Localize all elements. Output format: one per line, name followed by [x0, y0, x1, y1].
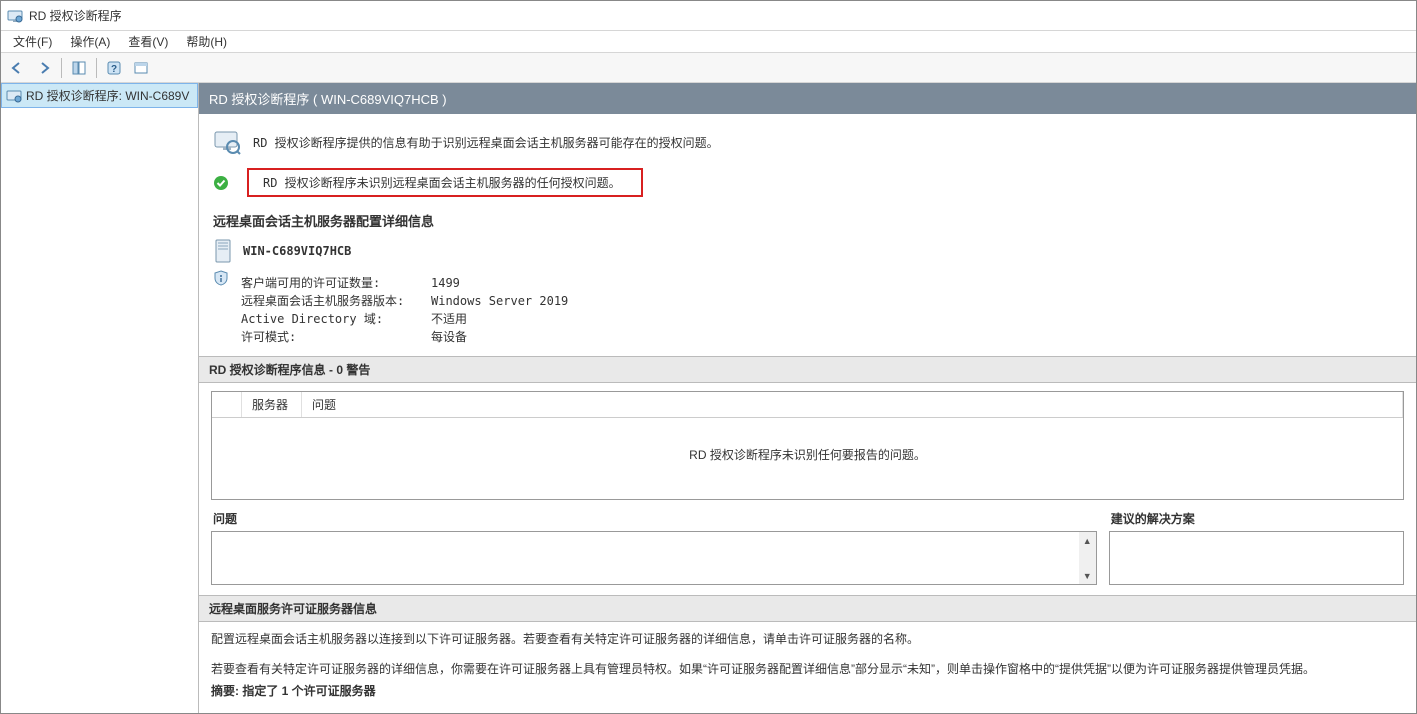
grid-empty-message: RD 授权诊断程序未识别任何要报告的问题。	[212, 418, 1403, 499]
content-header: RD 授权诊断程序 ( WIN-C689VIQ7HCB )	[199, 83, 1416, 114]
titlebar: RD 授权诊断程序	[1, 1, 1416, 31]
detail-label: 许可模式:	[241, 328, 411, 346]
license-info-line2: 若要查看有关特定许可证服务器的详细信息，你需要在许可证服务器上具有管理员特权。如…	[211, 658, 1404, 680]
license-server-section: 配置远程桌面会话主机服务器以连接到以下许可证服务器。若要查看有关特定许可证服务器…	[199, 622, 1416, 702]
detail-value: Windows Server 2019	[431, 292, 568, 310]
server-icon	[213, 238, 233, 264]
ok-check-icon	[213, 175, 229, 191]
detail-value: 每设备	[431, 328, 467, 346]
license-server-section-title: 远程桌面服务许可证服务器信息	[199, 595, 1416, 622]
grid-header-server[interactable]: 服务器	[242, 392, 302, 417]
detail-label: Active Directory 域:	[241, 310, 411, 328]
content-pane: RD 授权诊断程序 ( WIN-C689VIQ7HCB ) RD 授权诊断程序提…	[199, 83, 1416, 713]
back-button[interactable]	[5, 56, 29, 80]
menu-file[interactable]: 文件(F)	[5, 31, 60, 52]
server-row: WIN-C689VIQ7HCB	[199, 236, 1416, 270]
forward-button[interactable]	[32, 56, 56, 80]
tree-node-label: RD 授权诊断程序: WIN-C689V	[26, 87, 189, 104]
solution-column: 建议的解决方案	[1109, 508, 1404, 585]
config-section-title: 远程桌面会话主机服务器配置详细信息	[199, 207, 1416, 236]
app-icon	[7, 8, 23, 24]
detail-value: 不适用	[431, 310, 467, 328]
menu-action[interactable]: 操作(A)	[62, 31, 118, 52]
license-info-line1: 配置远程桌面会话主机服务器以连接到以下许可证服务器。若要查看有关特定许可证服务器…	[211, 628, 1404, 650]
show-hide-tree-button[interactable]	[67, 56, 91, 80]
warn-grid: 服务器 问题 RD 授权诊断程序未识别任何要报告的问题。	[211, 391, 1404, 500]
license-summary: 摘要: 指定了 1 个许可证服务器	[211, 680, 1404, 702]
detail-value: 1499	[431, 274, 460, 292]
sidebar: RD 授权诊断程序: WIN-C689V	[1, 83, 199, 713]
intro-text: RD 授权诊断程序提供的信息有助于识别远程桌面会话主机服务器可能存在的授权问题。	[253, 134, 719, 151]
detail-label: 远程桌面会话主机服务器版本:	[241, 292, 411, 310]
detail-row: 客户端可用的许可证数量: 1499	[241, 274, 568, 292]
intro-row: RD 授权诊断程序提供的信息有助于识别远程桌面会话主机服务器可能存在的授权问题。	[199, 114, 1416, 164]
toolbar-separator	[96, 58, 97, 78]
status-row: RD 授权诊断程序未识别远程桌面会话主机服务器的任何授权问题。	[199, 164, 1416, 207]
shield-info-icon	[213, 270, 229, 286]
issue-column: 问题 ▲▼	[211, 508, 1097, 585]
config-details: 客户端可用的许可证数量: 1499 远程桌面会话主机服务器版本: Windows S…	[237, 270, 582, 356]
warn-panel-title: RD 授权诊断程序信息 - 0 警告	[199, 356, 1416, 383]
tree-node-rd-diagnoser[interactable]: RD 授权诊断程序: WIN-C689V	[1, 83, 198, 108]
menu-view[interactable]: 查看(V)	[120, 31, 176, 52]
node-icon	[6, 88, 22, 104]
menu-help[interactable]: 帮助(H)	[178, 31, 235, 52]
detail-row: 许可模式: 每设备	[241, 328, 568, 346]
detail-row: Active Directory 域: 不适用	[241, 310, 568, 328]
toolbar: ?	[1, 53, 1416, 83]
help-button[interactable]: ?	[102, 56, 126, 80]
app-window: RD 授权诊断程序 文件(F) 操作(A) 查看(V) 帮助(H) ? RD 授…	[0, 0, 1417, 714]
diagnoser-icon	[213, 128, 241, 156]
grid-header: 服务器 问题	[212, 392, 1403, 418]
refresh-button[interactable]	[129, 56, 153, 80]
body: RD 授权诊断程序: WIN-C689V RD 授权诊断程序 ( WIN-C68…	[1, 83, 1416, 713]
scroll-up-icon[interactable]: ▲	[1079, 532, 1096, 549]
split-row: 问题 ▲▼ 建议的解决方案	[199, 508, 1416, 595]
server-name: WIN-C689VIQ7HCB	[243, 244, 351, 258]
window-title: RD 授权诊断程序	[29, 7, 122, 24]
scrollbar[interactable]: ▲▼	[1079, 532, 1096, 584]
grid-header-issue[interactable]: 问题	[302, 392, 1403, 417]
solution-label: 建议的解决方案	[1109, 508, 1404, 531]
issue-label: 问题	[211, 508, 1097, 531]
menubar: 文件(F) 操作(A) 查看(V) 帮助(H)	[1, 31, 1416, 53]
solution-textarea[interactable]	[1109, 531, 1404, 585]
detail-label: 客户端可用的许可证数量:	[241, 274, 411, 292]
grid-header-icon-col[interactable]	[212, 392, 242, 417]
svg-text:?: ?	[111, 64, 117, 75]
toolbar-separator	[61, 58, 62, 78]
issue-textarea[interactable]: ▲▼	[211, 531, 1097, 585]
status-ok-box: RD 授权诊断程序未识别远程桌面会话主机服务器的任何授权问题。	[247, 168, 643, 197]
scroll-down-icon[interactable]: ▼	[1079, 567, 1096, 584]
detail-row: 远程桌面会话主机服务器版本: Windows Server 2019	[241, 292, 568, 310]
